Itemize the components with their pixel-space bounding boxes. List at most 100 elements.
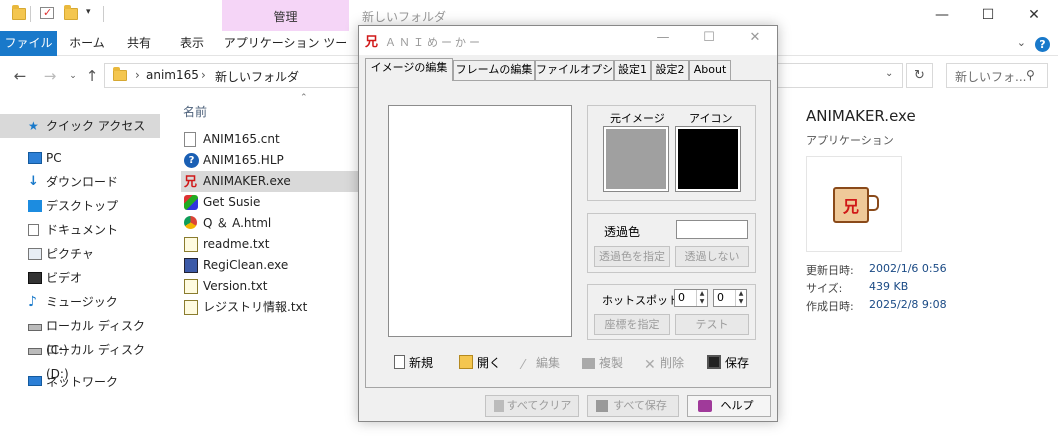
transparent-color-field[interactable]: [676, 220, 748, 239]
column-header-name[interactable]: 名前: [183, 103, 207, 120]
no-transparent-button[interactable]: 透過しない: [675, 246, 749, 267]
save-all-button[interactable]: すべて保存: [587, 395, 679, 417]
delete-button[interactable]: ✕ 削除: [644, 354, 684, 373]
test-button[interactable]: テスト: [675, 314, 749, 335]
image-edit-page: 元イメージ アイコン 透過色 透過色を指定 透過しない ホットスポット 0 ▲ ▼ …: [365, 80, 771, 388]
set-transparent-button[interactable]: 透過色を指定: [594, 246, 670, 267]
file-animaker-exe[interactable]: ANIMAKER.exe: [181, 171, 360, 193]
tab-settings-2[interactable]: 設定2: [651, 60, 689, 80]
file-regiclean-exe[interactable]: RegiClean.exe: [181, 255, 360, 276]
new-file-icon: [394, 355, 405, 369]
floppy-icon: [707, 355, 721, 369]
text-file-icon: [184, 279, 198, 294]
text-file-icon: [184, 237, 198, 252]
back-arrow-icon[interactable]: ←: [10, 66, 30, 86]
details-thumbnail: 兄: [806, 156, 902, 252]
help-file-icon: ?: [184, 153, 199, 168]
nav-documents[interactable]: ドキュメント: [0, 218, 160, 242]
tab-view[interactable]: 表示: [166, 31, 218, 56]
clear-all-button[interactable]: すべてクリア: [485, 395, 579, 417]
breadcrumb-anim165[interactable]: anim165: [146, 68, 199, 82]
image-list[interactable]: [388, 105, 572, 337]
file-anim165-cnt[interactable]: ANIM165.cnt: [181, 129, 360, 150]
file-version-txt[interactable]: Version.txt: [181, 276, 360, 297]
original-image-preview: [603, 126, 669, 192]
chrome-html-icon: [184, 216, 197, 229]
mug-icon: 兄: [833, 187, 869, 223]
context-tab-manage[interactable]: 管理: [222, 0, 349, 31]
dialog-title: ＡＮＩめーかー: [385, 36, 483, 49]
close-icon[interactable]: ✕: [1024, 5, 1044, 25]
transparent-color-label: 透過色: [604, 225, 641, 239]
save-button[interactable]: 保存: [707, 354, 749, 372]
maximize-icon[interactable]: ☐: [699, 30, 719, 45]
nav-music[interactable]: ♪ ミュージック: [0, 290, 160, 314]
nav-videos[interactable]: ビデオ: [0, 266, 160, 290]
nav-pc[interactable]: PC: [0, 146, 160, 170]
nav-downloads[interactable]: ↓ ダウンロード: [0, 170, 160, 194]
recent-dropdown-icon[interactable]: ⌄: [63, 66, 83, 86]
tab-file-options[interactable]: ファイルオプション: [535, 60, 635, 80]
drive-icon: [28, 324, 42, 331]
copy-button[interactable]: 複製: [582, 354, 623, 372]
stepper-arrows-icon[interactable]: ▲ ▼: [735, 290, 746, 306]
up-arrow-icon[interactable]: ↑: [82, 66, 102, 86]
drive-icon: [28, 348, 42, 355]
icon-label: アイコン: [689, 112, 733, 125]
sort-chevron-icon: ⌃: [300, 93, 308, 103]
file-icon: [184, 132, 196, 147]
close-icon[interactable]: ✕: [745, 30, 765, 45]
tab-app-tools[interactable]: アプリケーション ツール: [222, 31, 349, 75]
properties-icon[interactable]: ✓: [40, 6, 54, 19]
nav-network[interactable]: ネットワーク: [0, 370, 160, 394]
quick-access-dropdown-icon[interactable]: ▾: [86, 7, 91, 17]
app-icon: [365, 31, 379, 50]
help-icon[interactable]: ?: [1035, 37, 1050, 52]
file-readme-txt[interactable]: readme.txt: [181, 234, 360, 255]
minimize-icon[interactable]: —: [653, 30, 673, 45]
new-button[interactable]: 新規: [394, 354, 433, 372]
pictures-icon: [28, 248, 42, 260]
download-icon: ↓: [28, 174, 39, 189]
breadcrumb-separator: ›: [201, 68, 206, 82]
stepper-arrows-icon[interactable]: ▲ ▼: [696, 290, 707, 306]
file-qa-html[interactable]: Q ＆ A.html: [181, 213, 360, 234]
refresh-icon[interactable]: ↻: [906, 63, 933, 88]
file-anim165-hlp[interactable]: ? ANIM165.HLP: [181, 150, 360, 171]
ribbon-expand-icon[interactable]: ⌄: [1017, 36, 1026, 49]
new-folder-icon[interactable]: [64, 5, 78, 20]
folder-icon: [113, 67, 127, 81]
hotspot-x-stepper[interactable]: 0 ▲ ▼: [674, 289, 708, 307]
tab-settings-1[interactable]: 設定1: [614, 60, 651, 80]
video-icon: [28, 272, 42, 284]
nav-quick-access[interactable]: ★ クイック アクセス: [0, 114, 160, 138]
nav-pictures[interactable]: ピクチャ: [0, 242, 160, 266]
nav-drive-d[interactable]: ローカル ディスク (D:): [0, 338, 160, 381]
tab-about[interactable]: About: [689, 60, 731, 80]
search-icon[interactable]: ⚲: [1026, 68, 1035, 82]
open-button[interactable]: 開く: [459, 354, 501, 372]
help-book-icon: [698, 400, 712, 412]
hotspot-y-stepper[interactable]: 0 ▲ ▼: [713, 289, 747, 307]
forward-arrow-icon[interactable]: →: [40, 66, 60, 86]
open-folder-icon: [459, 355, 473, 369]
nav-drive-c[interactable]: ローカル ディスク (C:): [0, 314, 160, 357]
details-modified: 更新日時: 2002/1/6 0:56: [806, 262, 947, 277]
tab-share[interactable]: 共有: [115, 31, 163, 56]
pc-icon: [28, 152, 42, 164]
nav-desktop[interactable]: デスクトップ: [0, 194, 160, 218]
set-coordinate-button[interactable]: 座標を指定: [594, 314, 670, 335]
edit-button[interactable]: ⁄ 編集: [522, 354, 560, 373]
file-get-susie[interactable]: Get Susie: [181, 192, 360, 213]
tab-file[interactable]: ファイル: [0, 31, 57, 56]
file-registry-info-txt[interactable]: レジストリ情報.txt: [181, 297, 360, 318]
tab-frame-edit[interactable]: フレームの編集: [453, 60, 535, 80]
tab-image-edit[interactable]: イメージの編集: [365, 58, 453, 81]
tab-home[interactable]: ホーム: [62, 31, 112, 56]
dialog-title-bar: ＡＮＩめーかー — ☐ ✕: [359, 26, 777, 55]
maximize-icon[interactable]: ☐: [978, 5, 998, 25]
address-dropdown-icon[interactable]: ⌄: [885, 68, 893, 79]
help-button[interactable]: ヘルプ: [687, 395, 771, 417]
minimize-icon[interactable]: —: [932, 5, 952, 25]
breadcrumb-new-folder[interactable]: 新しいフォルダ: [215, 68, 299, 85]
